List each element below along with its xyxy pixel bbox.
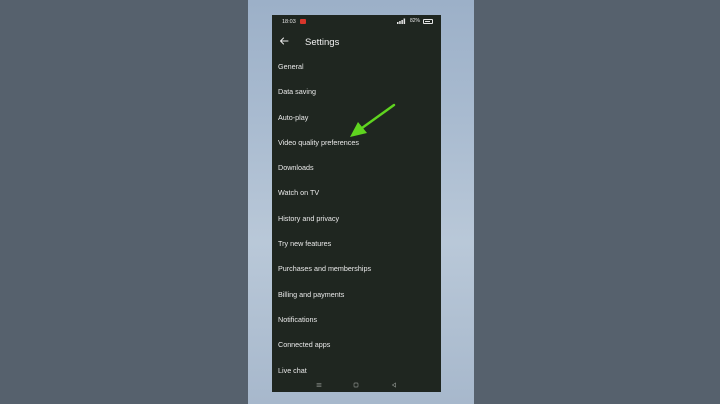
battery-icon [423,18,433,24]
battery-percent: 82% [409,18,420,24]
left-backdrop [0,0,248,404]
menu-item-connected-apps[interactable]: Connected apps [272,332,441,357]
signal-icon [396,18,406,24]
menu-item-general[interactable]: General [272,54,441,79]
menu-item-auto-play[interactable]: Auto-play [272,105,441,130]
app-bar: Settings [272,33,441,51]
phone-screen: 18:03 82% Settings General Data saving A… [272,15,441,392]
menu-item-billing[interactable]: Billing and payments [272,282,441,307]
status-right-group: 82% [396,18,433,24]
right-backdrop [474,0,720,404]
system-nav-bar [272,377,441,392]
square-home-icon[interactable] [351,380,361,390]
menu-item-data-saving[interactable]: Data saving [272,79,441,104]
notification-icon [300,19,306,24]
status-time: 18:03 [282,19,296,25]
page-title: Settings [305,37,340,48]
menu-item-notifications[interactable]: Notifications [272,307,441,332]
triangle-back-icon[interactable] [389,380,399,390]
menu-item-history-privacy[interactable]: History and privacy [272,206,441,231]
battery-fill [425,20,430,22]
menu-icon[interactable] [314,380,324,390]
status-bar: 18:03 82% [272,15,441,29]
arrow-left-icon[interactable] [278,35,290,47]
menu-item-video-quality[interactable]: Video quality preferences [272,130,441,155]
menu-item-purchases[interactable]: Purchases and memberships [272,256,441,281]
settings-menu: General Data saving Auto-play Video qual… [272,54,441,383]
menu-item-downloads[interactable]: Downloads [272,155,441,180]
menu-item-watch-on-tv[interactable]: Watch on TV [272,180,441,205]
menu-item-try-new-features[interactable]: Try new features [272,231,441,256]
